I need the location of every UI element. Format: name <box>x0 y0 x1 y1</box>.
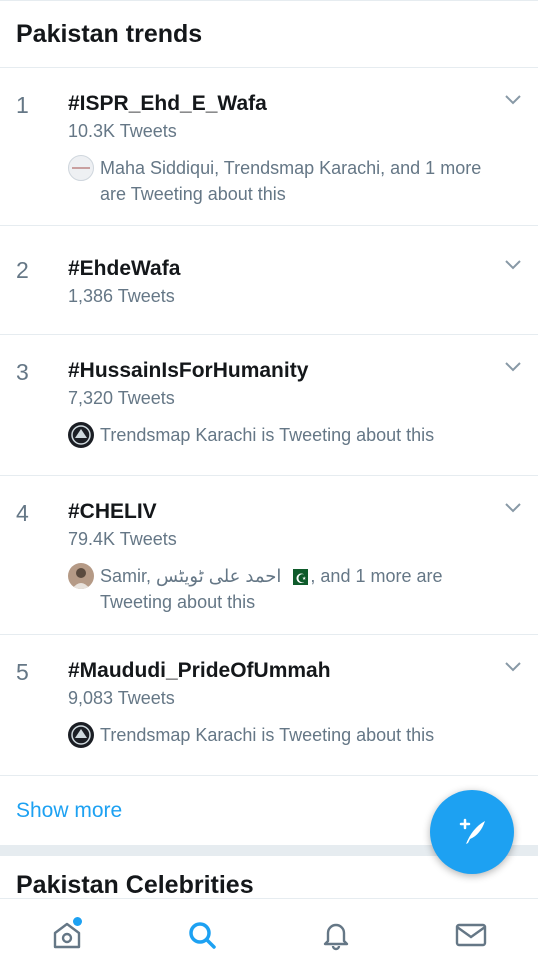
nav-notifications[interactable] <box>306 905 366 965</box>
section-title: Pakistan Celebrities <box>16 871 254 899</box>
nav-home[interactable] <box>37 905 97 965</box>
nav-search[interactable] <box>172 905 232 965</box>
trend-item[interactable]: 5 #Maududi_PrideOfUmmah 9,083 Tweets Tre… <box>0 635 538 776</box>
chevron-down-icon[interactable] <box>504 661 522 673</box>
context-text: Trendsmap Karachi is Tweeting about this <box>100 425 435 445</box>
trend-rank: 1 <box>16 92 29 118</box>
trend-context: Maha Siddiqui, Trendsmap Karachi, and 1 … <box>68 155 498 207</box>
section-title: Pakistan trends <box>16 19 203 48</box>
trend-hashtag[interactable]: #CHELIV <box>68 499 498 525</box>
trend-context: Trendsmap Karachi is Tweeting about this <box>68 722 498 748</box>
chevron-down-icon[interactable] <box>504 94 522 106</box>
nav-messages[interactable] <box>441 905 501 965</box>
trend-hashtag[interactable]: #Maududi_PrideOfUmmah <box>68 658 498 684</box>
tweet-count: 7,320 Tweets <box>68 388 175 408</box>
tweet-count: 10.3K Tweets <box>68 121 177 141</box>
trend-item[interactable]: 1 #ISPR_Ehd_E_Wafa 10.3K Tweets Maha Sid… <box>0 68 538 226</box>
trend-context: Samir, احمد علی ٹویٹس , and 1 more are T… <box>68 563 498 615</box>
context-text: Samir, احمد علی ٹویٹس , and 1 more are T… <box>100 563 498 615</box>
chevron-down-icon[interactable] <box>504 361 522 373</box>
trendsmap-avatar[interactable] <box>68 422 94 448</box>
context-text: Trendsmap Karachi is Tweeting about this <box>100 725 435 745</box>
tweet-count: 9,083 Tweets <box>68 688 175 708</box>
trends-header: Pakistan trends <box>0 0 538 68</box>
trend-hashtag[interactable]: #EhdeWafa <box>68 256 498 282</box>
trendsmap-avatar[interactable] <box>68 722 94 748</box>
chevron-down-icon[interactable] <box>504 259 522 271</box>
bottom-nav <box>0 898 538 971</box>
trend-rank: 3 <box>16 359 29 385</box>
notifications-bell-icon <box>324 923 349 951</box>
trend-hashtag[interactable]: #ISPR_Ehd_E_Wafa <box>68 91 498 117</box>
pakistan-flag-icon <box>288 566 309 592</box>
samir-avatar[interactable] <box>68 563 94 589</box>
trend-context: Trendsmap Karachi is Tweeting about this <box>68 422 498 448</box>
context-text: Maha Siddiqui, Trendsmap Karachi, and 1 … <box>100 158 482 204</box>
search-icon <box>189 922 216 949</box>
compose-tweet-button[interactable] <box>430 790 514 874</box>
trend-rank: 4 <box>16 500 29 526</box>
compose-tweet-icon <box>459 818 485 844</box>
trend-item[interactable]: 4 #CHELIV 79.4K Tweets Samir, احمد علی ٹ… <box>0 476 538 635</box>
tweet-count: 1,386 Tweets <box>68 286 175 306</box>
trend-item[interactable]: 3 #HussainIsForHumanity 7,320 Tweets Tre… <box>0 335 538 476</box>
trend-rank: 5 <box>16 659 29 685</box>
trend-item[interactable]: 2 #EhdeWafa 1,386 Tweets <box>0 226 538 335</box>
trend-rank: 2 <box>16 257 29 283</box>
tweet-count: 79.4K Tweets <box>68 529 177 549</box>
chevron-down-icon[interactable] <box>504 502 522 514</box>
maha-avatar[interactable] <box>68 155 94 181</box>
trend-hashtag[interactable]: #HussainIsForHumanity <box>68 358 498 384</box>
urdu-name-text: احمد علی ٹویٹس <box>156 566 282 586</box>
messages-envelope-icon <box>455 923 486 947</box>
